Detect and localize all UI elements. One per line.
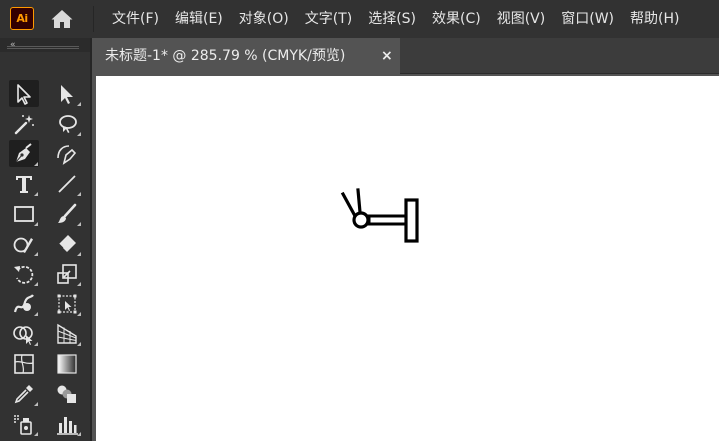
symbol-sprayer-tool-icon	[14, 414, 32, 435]
shaper-tool[interactable]	[9, 230, 39, 257]
tool-group-indicator	[34, 312, 38, 316]
perspective-grid-tool[interactable]	[52, 320, 82, 347]
menu-edit[interactable]: 编辑(E)	[167, 0, 231, 38]
tool-group-indicator	[34, 282, 38, 286]
document-tab-bar: 未标题-1* @ 285.79 % (CMYK/预览) ×	[92, 38, 719, 74]
tools-panel: «	[0, 38, 91, 441]
gradient-tool[interactable]	[52, 350, 82, 377]
home-icon	[51, 10, 73, 28]
artwork-drawing[interactable]	[340, 188, 422, 246]
selection-tool[interactable]	[9, 80, 39, 107]
perspective-grid-tool-icon	[57, 323, 77, 344]
artwork-vertical-block[interactable]	[404, 198, 419, 243]
menu-help[interactable]: 帮助(H)	[622, 0, 687, 38]
eyedropper-tool-icon	[14, 384, 33, 403]
lasso-tool-icon	[59, 114, 77, 133]
artwork-right-stroke[interactable]	[356, 188, 362, 214]
main-menu: 文件(F) 编辑(E) 对象(O) 文字(T) 选择(S) 效果(C) 视图(V…	[104, 0, 687, 38]
tool-group-indicator	[77, 312, 81, 316]
toolbox	[4, 64, 88, 441]
menu-type[interactable]: 文字(T)	[297, 0, 360, 38]
free-transform-tool[interactable]	[52, 290, 82, 317]
blend-tool-icon	[57, 385, 76, 403]
menu-select[interactable]: 选择(S)	[360, 0, 424, 38]
line-segment-tool[interactable]	[52, 170, 82, 197]
lasso-tool[interactable]	[52, 110, 82, 137]
document-tab[interactable]: 未标题-1* @ 285.79 % (CMYK/预览) ×	[92, 38, 400, 74]
tool-group-indicator	[77, 432, 81, 436]
line-segment-tool-icon	[58, 174, 76, 193]
illustrator-logo: Ai	[10, 7, 34, 30]
tool-group-indicator	[77, 192, 81, 196]
artwork-left-stroke[interactable]	[340, 191, 358, 219]
pen-tool-icon	[15, 142, 32, 162]
tool-group-indicator	[34, 342, 38, 346]
tool-group-indicator	[77, 282, 81, 286]
rotate-tool-icon	[14, 265, 34, 284]
paintbrush-tool[interactable]	[52, 200, 82, 227]
shaper-tool-icon	[13, 237, 33, 253]
curvature-tool[interactable]	[52, 140, 82, 167]
menu-view[interactable]: 视图(V)	[489, 0, 554, 38]
tool-group-indicator	[34, 432, 38, 436]
eyedropper-tool[interactable]	[9, 380, 39, 407]
tool-group-indicator	[77, 342, 81, 346]
selection-tool-icon	[17, 83, 31, 105]
warp-tool-icon	[13, 293, 34, 312]
tool-group-indicator	[34, 162, 38, 166]
curvature-tool-icon	[57, 144, 77, 165]
document-tab-title[interactable]: 未标题-1* @ 285.79 % (CMYK/预览)	[105, 38, 345, 74]
menu-separator	[93, 6, 94, 32]
pen-tool[interactable]	[9, 140, 39, 167]
magic-wand-tool-icon	[14, 114, 34, 134]
tool-group-indicator	[34, 222, 38, 226]
shape-builder-tool-icon	[13, 325, 33, 345]
type-tool-icon	[16, 175, 32, 193]
symbol-sprayer-tool[interactable]	[9, 410, 39, 437]
artwork-horizontal-bar[interactable]	[367, 214, 409, 226]
mesh-tool-icon	[14, 353, 34, 374]
tool-group-indicator	[77, 252, 81, 256]
panel-collapse-strip[interactable]: «	[0, 38, 91, 52]
direct-selection-tool-icon	[61, 84, 73, 104]
type-tool[interactable]	[9, 170, 39, 197]
artboard[interactable]	[96, 76, 719, 441]
tool-group-indicator	[34, 192, 38, 196]
free-transform-tool-icon	[57, 294, 77, 313]
gradient-tool-icon	[57, 353, 77, 374]
artwork-circle[interactable]	[352, 211, 370, 229]
tool-group-indicator	[34, 252, 38, 256]
menu-file[interactable]: 文件(F)	[104, 0, 167, 38]
panel-grip[interactable]	[7, 46, 79, 49]
menu-effect[interactable]: 效果(C)	[424, 0, 489, 38]
scale-tool-icon	[57, 263, 77, 284]
rotate-tool[interactable]	[9, 260, 39, 287]
column-graph-tool[interactable]	[52, 410, 82, 437]
tool-group-indicator	[34, 402, 38, 406]
eraser-tool-icon	[58, 234, 76, 252]
tool-group-indicator	[77, 132, 81, 136]
magic-wand-tool[interactable]	[9, 110, 39, 137]
mesh-tool[interactable]	[9, 350, 39, 377]
rectangle-tool[interactable]	[9, 200, 39, 227]
eraser-tool[interactable]	[52, 230, 82, 257]
home-button[interactable]	[48, 7, 76, 31]
paintbrush-tool-icon	[58, 203, 77, 223]
warp-tool[interactable]	[9, 290, 39, 317]
menu-window[interactable]: 窗口(W)	[553, 0, 622, 38]
column-graph-tool-icon	[57, 416, 78, 435]
menu-bar: Ai 文件(F) 编辑(E) 对象(O) 文字(T) 选择(S) 效果(C) 视…	[0, 0, 719, 38]
collapse-icon[interactable]: «	[10, 39, 16, 51]
tool-group-indicator	[77, 102, 81, 106]
scale-tool[interactable]	[52, 260, 82, 287]
close-tab-button[interactable]: ×	[381, 38, 393, 74]
tool-group-indicator	[77, 222, 81, 226]
shape-builder-tool[interactable]	[9, 320, 39, 347]
menu-object[interactable]: 对象(O)	[231, 0, 297, 38]
rectangle-tool-icon	[14, 205, 34, 222]
direct-selection-tool[interactable]	[52, 80, 82, 107]
blend-tool[interactable]	[52, 380, 82, 407]
